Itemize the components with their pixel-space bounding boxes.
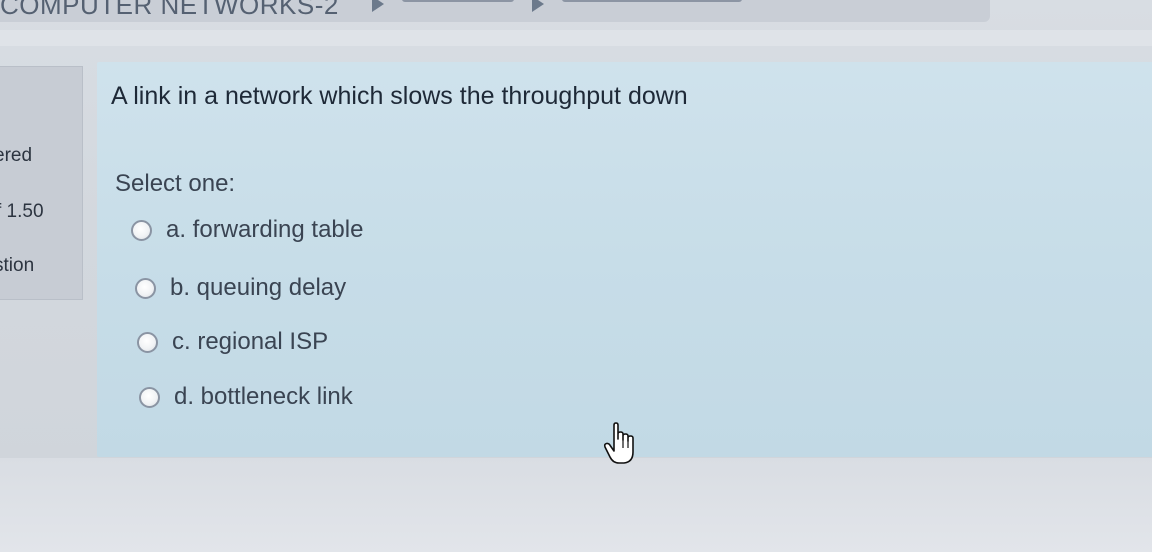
hand-pointer-icon xyxy=(603,422,634,464)
triangle-right-icon xyxy=(532,0,544,12)
option-label: c. regional ISP xyxy=(172,328,329,355)
radio-button-icon[interactable] xyxy=(139,386,160,408)
breadcrumb-course-link[interactable]: COMPUTER NETWORKS-2 xyxy=(0,0,339,21)
answer-option-a[interactable]: a. forwarding table xyxy=(131,216,363,244)
triangle-right-icon xyxy=(372,0,384,12)
radio-button-icon[interactable] xyxy=(131,219,152,241)
option-label: d. bottleneck link xyxy=(174,383,353,410)
header-separator xyxy=(0,30,1152,46)
question-panel: A link in a network which slows the thro… xyxy=(97,62,1152,457)
question-info-panel: ered f 1.50 stion xyxy=(0,66,83,300)
breadcrumb-section-link[interactable] xyxy=(402,0,514,2)
page-background-bottom xyxy=(0,458,1152,552)
breadcrumb-quiz-link[interactable] xyxy=(562,0,742,2)
question-mark: f 1.50 xyxy=(0,201,44,222)
option-label: b. queuing delay xyxy=(170,274,347,301)
answer-option-c[interactable]: c. regional ISP xyxy=(137,328,328,356)
breadcrumb: COMPUTER NETWORKS-2 xyxy=(0,0,990,22)
answer-option-b[interactable]: b. queuing delay xyxy=(135,274,346,302)
option-label: a. forwarding table xyxy=(166,216,364,243)
question-state: ered xyxy=(0,145,33,166)
flag-question-link[interactable]: stion xyxy=(0,255,34,277)
radio-button-icon[interactable] xyxy=(137,331,158,353)
answer-option-d[interactable]: d. bottleneck link xyxy=(139,383,353,411)
answer-options: a. forwarding table b. queuing delay c. … xyxy=(97,62,1152,457)
radio-button-icon[interactable] xyxy=(135,277,156,299)
